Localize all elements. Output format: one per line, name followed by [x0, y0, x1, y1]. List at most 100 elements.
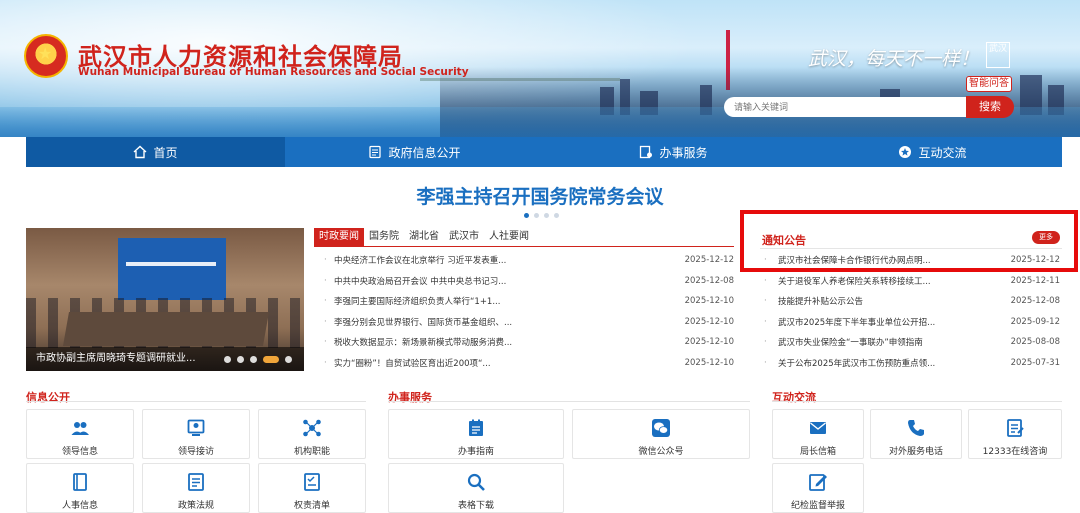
notice-item-date: 2025-12-11	[1010, 275, 1060, 286]
star-icon	[899, 146, 912, 158]
notice-more-button[interactable]: 更多	[1032, 231, 1060, 244]
nav-item-services[interactable]: 办事服务	[544, 137, 803, 167]
card-leader-info[interactable]: 领导信息	[26, 409, 134, 459]
card-label: 办事指南	[457, 447, 494, 457]
news-date: 2025-12-10	[684, 357, 734, 368]
section-divider	[772, 401, 1062, 402]
notice-item[interactable]: · 武汉市2025年度下半年事业单位公开招... 2025-09-12	[764, 312, 1060, 333]
search-input[interactable]	[724, 97, 968, 117]
meeting-table	[63, 312, 269, 346]
carousel-dot-active[interactable]	[263, 356, 279, 363]
card-label: 表格下载	[457, 501, 494, 511]
pager-dot[interactable]	[544, 213, 549, 218]
slogan-seal: 武汉	[986, 42, 1010, 68]
card-service-phone[interactable]: 对外服务电话	[870, 409, 962, 459]
headline-link[interactable]: 李强主持召开国务院常务会议	[0, 182, 1080, 209]
carousel-dot[interactable]	[237, 356, 244, 363]
site-title-en: Wuhan Municipal Bureau of Human Resource…	[78, 66, 469, 78]
news-item[interactable]: · 实力“圈粉”！自贸试验区育出近200项“... 2025-12-10	[324, 353, 734, 374]
tab-state-council[interactable]: 国务院	[364, 228, 404, 246]
notice-item-title[interactable]: 关于公布2025年武汉市工伤预防重点领...	[778, 357, 1008, 369]
carousel-dot[interactable]	[285, 356, 292, 363]
card-personnel-info[interactable]: 人事信息	[26, 463, 134, 513]
news-title[interactable]: 李强分别会见世界银行、国际货币基金组织、...	[334, 316, 682, 328]
mail-icon	[810, 422, 826, 434]
notice-item-title[interactable]: 武汉市失业保险金“一事联办”申领指南	[778, 336, 1008, 348]
section-title-interact: 互动交流	[772, 391, 816, 404]
headline-pager	[524, 213, 559, 218]
org-icon	[303, 419, 321, 437]
notice-item[interactable]: · 技能提升补贴公示公告 2025-12-08	[764, 291, 1060, 312]
news-item[interactable]: · 李强分别会见世界银行、国际货币基金组织、... 2025-12-10	[324, 312, 734, 333]
carousel-dot[interactable]	[224, 356, 231, 363]
card-org-functions[interactable]: 机构职能	[258, 409, 366, 459]
card-label: 政策法规	[177, 501, 214, 511]
news-title[interactable]: 税收大数据显示：新场景新模式带动服务消费...	[334, 336, 682, 348]
card-discipline-report[interactable]: 纪检监督举报	[772, 463, 864, 513]
news-item[interactable]: · 中央经济工作会议在北京举行 习近平发表重... 2025-12-12	[324, 250, 734, 271]
card-label: 领导接访	[177, 447, 214, 457]
consult-icon	[1007, 419, 1024, 437]
photo-carousel[interactable]: 市政协副主席周晓琦专题调研就业...	[26, 228, 304, 371]
notice-item[interactable]: · 武汉市社会保障卡合作银行代办网点明... 2025-12-12	[764, 250, 1060, 271]
nav-item-gov-info[interactable]: 政府信息公开	[285, 137, 544, 167]
pager-dot[interactable]	[524, 213, 529, 218]
book-icon	[73, 473, 87, 491]
tab-hubei[interactable]: 湖北省	[404, 228, 444, 246]
pager-dot[interactable]	[554, 213, 559, 218]
card-label: 机构职能	[293, 447, 330, 457]
notice-item-title[interactable]: 武汉市社会保障卡合作银行代办网点明...	[778, 254, 1008, 266]
list-icon	[304, 473, 320, 491]
card-director-mailbox[interactable]: 局长信箱	[772, 409, 864, 459]
nav-item-interaction[interactable]: 互动交流	[803, 137, 1062, 167]
notice-item[interactable]: · 武汉市失业保险金“一事联办”申领指南 2025-08-08	[764, 332, 1060, 353]
news-title[interactable]: 中共中央政治局召开会议 中共中央总书记习...	[334, 275, 682, 287]
nav-item-home[interactable]: 首页	[26, 137, 285, 167]
news-date: 2025-12-10	[684, 316, 734, 327]
card-policy-law[interactable]: 政策法规	[142, 463, 250, 513]
search-icon	[467, 473, 485, 491]
notice-item-title[interactable]: 关于退役军人养老保险关系转移接续工...	[778, 275, 1008, 287]
nav-label: 首页	[153, 145, 178, 160]
notice-divider	[760, 248, 1062, 249]
card-form-download[interactable]: 表格下载	[388, 463, 564, 513]
national-emblem-icon[interactable]	[24, 34, 68, 78]
section-title-service: 办事服务	[388, 391, 432, 404]
news-item[interactable]: · 中共中央政治局召开会议 中共中央总书记习... 2025-12-08	[324, 271, 734, 292]
card-label: 领导信息	[61, 447, 98, 457]
card-service-guide[interactable]: 办事指南	[388, 409, 564, 459]
news-date: 2025-12-08	[684, 275, 734, 286]
card-responsibility-list[interactable]: 权责清单	[258, 463, 366, 513]
notice-item[interactable]: · 关于公布2025年武汉市工伤预防重点领... 2025-07-31	[764, 353, 1060, 374]
card-leader-reception[interactable]: 领导接访	[142, 409, 250, 459]
wechat-icon	[652, 419, 670, 437]
pager-dot[interactable]	[534, 213, 539, 218]
notice-item-title[interactable]: 技能提升补贴公示公告	[778, 295, 1008, 307]
card-wechat-account[interactable]: 微信公众号	[572, 409, 750, 459]
notice-item-date: 2025-12-08	[1010, 296, 1060, 307]
tab-hrss-news[interactable]: 人社要闻	[484, 228, 534, 246]
guide-icon	[469, 419, 483, 436]
news-title[interactable]: 实力“圈粉”！自贸试验区育出近200项“...	[334, 357, 682, 369]
notice-item[interactable]: · 关于退役军人养老保险关系转移接续工... 2025-12-11	[764, 271, 1060, 292]
news-title[interactable]: 李强同主要国际经济组织负责人举行“1+1...	[334, 295, 682, 307]
news-title[interactable]: 中央经济工作会议在北京举行 习近平发表重...	[334, 254, 682, 266]
tabs-divider	[314, 246, 734, 247]
news-item[interactable]: · 李强同主要国际经济组织负责人举行“1+1... 2025-12-10	[324, 291, 734, 312]
header-banner: 武汉市人力资源和社会保障局 Wuhan Municipal Bureau of …	[0, 0, 1080, 137]
card-12333-consult[interactable]: 12333在线咨询	[968, 409, 1062, 459]
carousel-pager	[224, 356, 292, 363]
search-button[interactable]: 搜索	[966, 96, 1014, 118]
section-divider	[388, 401, 750, 402]
section-divider	[26, 401, 366, 402]
notice-item-title[interactable]: 武汉市2025年度下半年事业单位公开招...	[778, 316, 1008, 328]
tab-wuhan[interactable]: 武汉市	[444, 228, 484, 246]
ai-qa-button[interactable]: 智能问答	[966, 76, 1012, 92]
carousel-dot[interactable]	[250, 356, 257, 363]
news-date: 2025-12-12	[684, 255, 734, 266]
card-label: 纪检监督举报	[790, 501, 845, 511]
service-icon	[640, 145, 653, 159]
news-item[interactable]: · 税收大数据显示：新场景新模式带动服务消费... 2025-12-10	[324, 332, 734, 353]
tab-politics[interactable]: 时政要闻	[314, 228, 364, 246]
nav-label: 互动交流	[918, 145, 967, 160]
